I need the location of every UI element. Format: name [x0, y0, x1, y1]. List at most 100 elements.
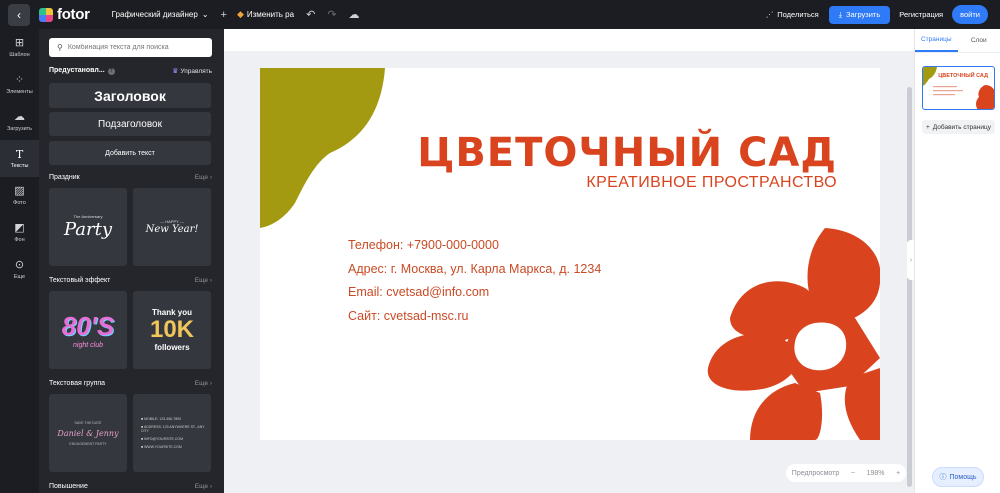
tile-80s-big: 80'S	[61, 311, 115, 341]
more-link[interactable]: Еще ›	[195, 483, 212, 490]
page-thumbnail[interactable]: ЦВЕТОЧНЫЙ САД	[922, 66, 995, 110]
mode-dropdown[interactable]: Графический дизайнер ⌄	[112, 10, 209, 19]
pages-tabs: Страницы Слои	[915, 29, 1000, 53]
resize-button[interactable]: ◆ Изменить ра	[237, 9, 294, 20]
tile-contacts[interactable]: ■ MOBILE: 123-456-7890 ■ ADDRESS: 123 AN…	[133, 394, 211, 472]
register-link[interactable]: Регистрация	[899, 10, 943, 19]
login-label: войти	[960, 10, 980, 19]
zoom-in-button[interactable]: +	[896, 470, 900, 477]
rail-item-photo[interactable]: ▨ Фото	[0, 177, 39, 214]
mode-label: Графический дизайнер	[111, 10, 198, 19]
olive-petal-shape	[260, 68, 385, 228]
more-link[interactable]: Еще ›	[195, 380, 212, 387]
rail-item-template[interactable]: ⊞ Шаблон	[0, 29, 39, 66]
section-title: Текстовый эффект	[49, 277, 111, 284]
tab-pages[interactable]: Страницы	[915, 29, 958, 52]
workspace-scrollbar[interactable]	[907, 87, 912, 487]
presets-title: Предустановл...	[49, 67, 105, 74]
back-button[interactable]: ‹	[8, 3, 30, 26]
resize-label: Изменить ра	[246, 10, 295, 19]
plus-icon: +	[926, 123, 930, 131]
flower-center-shape	[794, 322, 847, 371]
elements-icon: ⁘	[14, 73, 25, 86]
rail-label: Фон	[14, 236, 25, 243]
upload-button[interactable]: ⤓ Загрузить	[828, 5, 891, 24]
undo-icon[interactable]: ↶	[306, 8, 315, 21]
diamond-icon: ◆	[236, 9, 244, 19]
photo-icon: ▨	[14, 184, 25, 197]
template-icon: ⊞	[14, 36, 25, 49]
rail-item-more[interactable]: ⊙ Еще	[0, 251, 39, 288]
manage-button[interactable]: ♛ Управлять	[172, 67, 212, 76]
share-label: Поделиться	[777, 10, 819, 19]
help-button[interactable]: ⓘ Помощь	[932, 467, 984, 487]
tile-party[interactable]: The Anniversary Party	[49, 188, 127, 266]
tile-contact-line: ■ INFO@YOURSITE.COM	[141, 437, 184, 441]
tile-new-year[interactable]: — HAPPY — New Year!	[133, 188, 211, 266]
tile-10k[interactable]: Thank you 10K followers	[133, 291, 211, 369]
more-label: Еще	[194, 174, 209, 181]
upload-cloud-icon: ☁	[14, 110, 25, 123]
tile-wedding[interactable]: SAVE THE DATE Daniel & Jenny ENGAGEMENT …	[49, 394, 127, 472]
zoom-out-button[interactable]: −	[851, 470, 855, 477]
search-input[interactable]	[67, 44, 198, 51]
rail-item-upload[interactable]: ☁ Загрузить	[0, 103, 39, 140]
chevron-right-icon: ›	[909, 256, 913, 264]
section-title: Праздник	[49, 174, 80, 181]
search-icon: ⚲	[57, 43, 63, 52]
manage-label: Управлять	[180, 67, 212, 75]
tile-10k-big: 10K	[149, 316, 195, 343]
background-icon: ◩	[14, 221, 25, 234]
rail-item-background[interactable]: ◩ Фон	[0, 214, 39, 251]
rail-label: Загрузить	[6, 125, 33, 132]
share-button[interactable]: ⋰ Поделиться	[766, 10, 819, 19]
preview-button[interactable]: Предпросмотр	[792, 470, 839, 477]
zoom-value[interactable]: 198%	[867, 470, 885, 477]
card-subtitle[interactable]: КРЕАТИВНОЕ ПРОСТРАНСТВО	[586, 174, 837, 192]
more-label: Еще	[194, 380, 209, 387]
tile-wedding-names: Daniel & Jenny	[57, 428, 119, 438]
more-link[interactable]: Еще ›	[195, 174, 212, 181]
text-icon: T	[15, 147, 24, 161]
rail-item-texts[interactable]: T Тексты	[0, 140, 39, 177]
rail-item-elements[interactable]: ⁘ Элементы	[0, 66, 39, 103]
left-rail: ⊞ Шаблон ⁘ Элементы ☁ Загрузить T Тексты…	[0, 29, 39, 493]
chevron-down-icon: ⌄	[201, 10, 209, 19]
card-phone[interactable]: Телефон: +7900-000-0000	[348, 238, 499, 252]
card-email[interactable]: Email: cvetsad@info.com	[348, 285, 489, 299]
rail-label: Еще	[13, 273, 26, 280]
rail-label: Элементы	[6, 88, 33, 95]
tab-layers[interactable]: Слои	[958, 29, 1000, 52]
subheading-button[interactable]: Подзаголовок	[49, 112, 211, 136]
search-box[interactable]: ⚲	[49, 38, 212, 57]
design-canvas[interactable]: ЦВЕТОЧНЫЙ САД КРЕАТИВНОЕ ПРОСТРАНСТВО Те…	[260, 68, 880, 440]
more-link[interactable]: Еще ›	[195, 277, 212, 284]
plus-icon[interactable]: +	[221, 9, 227, 21]
heading-label: Заголовок	[94, 87, 166, 104]
crown-icon: ♛	[172, 68, 179, 75]
login-button[interactable]: войти	[952, 5, 988, 24]
logo[interactable]: fotor	[39, 6, 90, 23]
section-title: Текстовая группа	[49, 380, 106, 387]
tile-wedding-top: SAVE THE DATE	[74, 420, 102, 425]
rail-label: Шаблон	[9, 51, 30, 58]
flower-decor	[260, 68, 880, 440]
tile-80s[interactable]: 80'S night club	[49, 291, 127, 369]
card-address[interactable]: Адрес: г. Москва, ул. Карла Маркса, д. 1…	[348, 262, 601, 276]
orange-flower-shape	[707, 228, 880, 440]
chevron-left-icon: ‹	[17, 7, 21, 22]
card-site[interactable]: Сайт: cvetsad-msc.ru	[348, 309, 469, 323]
add-text-button[interactable]: Добавить текст	[49, 141, 211, 165]
cloud-save-icon[interactable]: ☁	[349, 8, 360, 21]
presets-header: Предустановл...? ♛ Управлять	[49, 67, 212, 75]
heading-button[interactable]: Заголовок	[49, 83, 211, 108]
zoom-bar: Предпросмотр − 198% +	[786, 464, 906, 482]
help-icon[interactable]: ?	[107, 68, 115, 75]
promo-header: Повышение Еще ›	[49, 483, 212, 490]
redo-icon[interactable]: ↷	[327, 8, 336, 21]
add-page-button[interactable]: + Добавить страницу	[922, 120, 995, 134]
section-title: Повышение	[49, 483, 88, 490]
rail-label: Фото	[13, 199, 26, 206]
tile-10k-bottom: followers	[154, 343, 190, 352]
card-title[interactable]: ЦВЕТОЧНЫЙ САД	[417, 130, 837, 176]
